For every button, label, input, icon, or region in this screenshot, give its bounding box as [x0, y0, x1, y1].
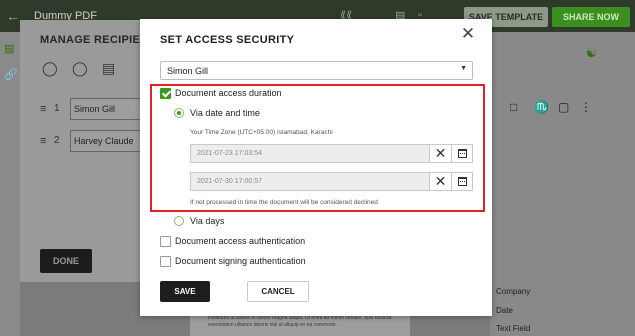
decline-note: If not processed in time the document wi… [190, 199, 378, 206]
save-button[interactable]: SAVE [160, 281, 210, 302]
start-datetime-value: 2021-07-23 17:03:54 [197, 150, 262, 157]
more-vertical-icon[interactable]: ⋮ [580, 100, 592, 114]
recipient-select[interactable]: Simon Gill ▼ [160, 61, 473, 80]
access-security-modal: SET ACCESS SECURITY ✕ Simon Gill ▼ Docum… [140, 19, 492, 316]
trash-icon[interactable]: ▢ [558, 100, 569, 114]
row-number: 1 [54, 103, 60, 114]
timezone-text: Your Time Zone (UTC+05:00) Islamabad, Ka… [190, 129, 333, 136]
cancel-button[interactable]: CANCEL [247, 281, 309, 302]
end-datetime-value: 2021-07-30 17:00:57 [197, 178, 262, 185]
share-now-button[interactable]: SHARE NOW [552, 7, 630, 27]
calendar-icon[interactable] [451, 145, 472, 162]
stamp-icon[interactable]: ♏ [534, 100, 549, 114]
drag-handle-icon[interactable]: ≡ [40, 135, 46, 147]
clear-icon[interactable]: ✕ [429, 173, 451, 190]
doc-signing-auth-label: Document signing authentication [175, 256, 306, 266]
field-text[interactable]: Text Field [496, 324, 530, 333]
via-days-label: Via days [190, 216, 225, 226]
fields-panel: ☯ □ ♏ ▢ ⋮ Company Date Text Field [490, 32, 635, 336]
doc-access-duration-checkbox[interactable] [160, 88, 171, 99]
modal-title: SET ACCESS SECURITY [160, 34, 295, 46]
add-viewer-icon[interactable]: ◯ [72, 60, 88, 77]
csv-import-icon[interactable]: ▤ [102, 60, 115, 77]
done-button[interactable]: DONE [40, 249, 92, 273]
via-date-time-label: Via date and time [190, 108, 260, 118]
calendar-icon[interactable] [451, 173, 472, 190]
via-date-time-radio[interactable] [174, 108, 184, 118]
field-date[interactable]: Date [496, 306, 513, 315]
drag-handle-icon[interactable]: ≡ [40, 103, 46, 115]
doc-access-auth-label: Document access authentication [175, 236, 306, 246]
close-icon[interactable]: ✕ [459, 25, 477, 43]
add-signer-icon[interactable]: ◯ [42, 60, 58, 77]
clear-icon[interactable]: ✕ [429, 145, 451, 162]
doc-access-duration-label: Document access duration [175, 88, 282, 98]
link-icon[interactable]: 🔗 [4, 68, 18, 81]
end-datetime-field[interactable]: 2021-07-30 17:00:57 ✕ [190, 172, 473, 191]
left-toolbar: ▤ 🔗 [0, 32, 20, 336]
chevron-down-icon: ▼ [460, 65, 467, 72]
back-arrow-icon[interactable]: ← [6, 8, 20, 24]
doc-access-auth-checkbox[interactable] [160, 236, 171, 247]
doc-signing-auth-checkbox[interactable] [160, 256, 171, 267]
row-number: 2 [54, 135, 60, 146]
document-icon[interactable]: ▤ [4, 42, 14, 55]
field-company[interactable]: Company [496, 287, 530, 296]
lock-icon[interactable]: □ [510, 100, 517, 114]
start-datetime-field[interactable]: 2021-07-23 17:03:54 ✕ [190, 144, 473, 163]
user-icon[interactable]: ☯ [586, 46, 597, 60]
recipient-select-value: Simon Gill [167, 66, 209, 76]
via-days-radio[interactable] [174, 216, 184, 226]
